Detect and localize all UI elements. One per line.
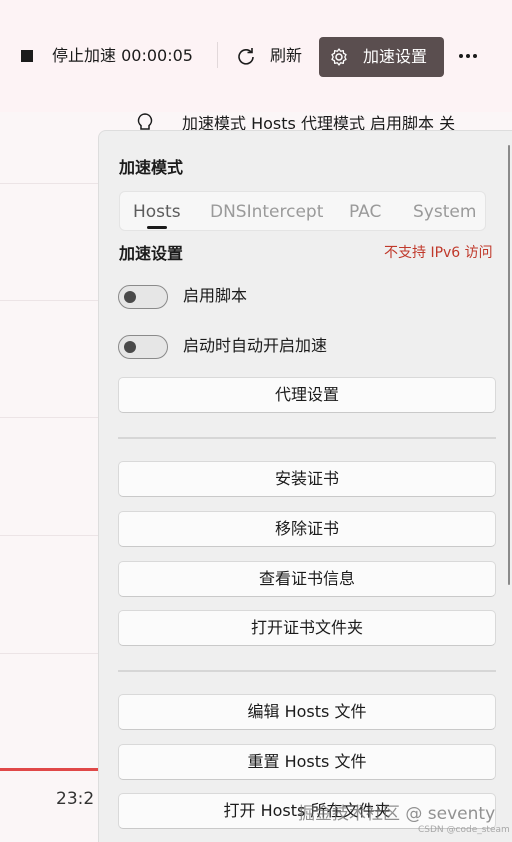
section-divider (118, 670, 496, 672)
proxy-settings-button[interactable]: 代理设置 (118, 377, 496, 413)
watermark-subtext: CSDN @code_steam (418, 825, 510, 835)
reset-hosts-file-button[interactable]: 重置 Hosts 文件 (118, 744, 496, 780)
mode-segmented-control: Hosts DNSIntercept PAC System (119, 191, 486, 231)
open-certificate-folder-button[interactable]: 打开证书文件夹 (118, 610, 496, 646)
mode-option-pac[interactable]: PAC (349, 201, 381, 223)
gear-icon (331, 48, 347, 66)
mode-section-title: 加速模式 (119, 158, 184, 177)
toggle-knob (124, 341, 136, 353)
refresh-button[interactable]: 刷新 (270, 45, 302, 67)
mode-option-system[interactable]: System (413, 201, 476, 223)
settings-button-label: 加速设置 (363, 47, 428, 66)
background-row-divider (0, 535, 98, 536)
traffic-chart-line (0, 768, 98, 771)
settings-section-title: 加速设置 (119, 244, 184, 263)
mode-option-hosts[interactable]: Hosts (133, 201, 181, 223)
background-row-divider (0, 300, 98, 301)
stop-acceleration-button[interactable]: 停止加速 00:00:05 (52, 45, 193, 67)
watermark-text: 掘金技术社区 @ seventy (298, 804, 496, 824)
enable-script-toggle[interactable] (118, 285, 168, 309)
edit-hosts-file-button[interactable]: 编辑 Hosts 文件 (118, 694, 496, 730)
toolbar-divider (217, 42, 218, 68)
acceleration-settings-flyout: 加速模式 Hosts DNSIntercept PAC System 加速设置 … (98, 130, 512, 842)
top-toolbar: 停止加速 00:00:05 刷新 加速设置 (0, 0, 512, 112)
view-certificate-info-button[interactable]: 查看证书信息 (118, 561, 496, 597)
auto-start-acceleration-label: 启动时自动开启加速 (183, 336, 328, 355)
enable-script-label: 启用脚本 (183, 286, 248, 305)
toggle-knob (124, 291, 136, 303)
stop-icon[interactable] (21, 50, 33, 62)
refresh-icon[interactable] (236, 46, 256, 66)
background-row-divider (0, 417, 98, 418)
ipv6-unsupported-notice: 不支持 IPv6 访问 (384, 245, 493, 261)
remove-certificate-button[interactable]: 移除证书 (118, 511, 496, 547)
background-row-divider (0, 183, 98, 184)
selected-mode-indicator (147, 226, 167, 229)
more-options-icon[interactable] (459, 54, 477, 58)
background-content (0, 140, 98, 842)
chart-time-label: 23:2 (56, 789, 95, 809)
section-divider (118, 437, 496, 439)
auto-start-acceleration-toggle[interactable] (118, 335, 168, 359)
acceleration-settings-button[interactable]: 加速设置 (319, 37, 444, 77)
background-row-divider (0, 653, 98, 654)
install-certificate-button[interactable]: 安装证书 (118, 461, 496, 497)
flyout-scrollbar[interactable] (508, 145, 510, 585)
mode-option-dnsintercept[interactable]: DNSIntercept (210, 201, 323, 223)
